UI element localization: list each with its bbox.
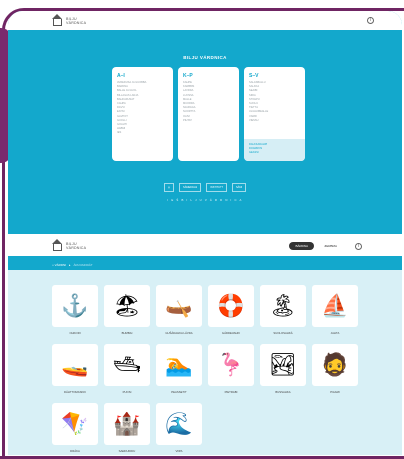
- tile-label: VIIPA: [175, 449, 183, 453]
- site-logo[interactable]: BILJU VÁRDNICA: [52, 13, 87, 26]
- breadcrumb-current: ÁRUVAIDDÁT: [73, 263, 93, 267]
- tile-image-icon: 🛥: [104, 344, 150, 386]
- tile-label: BUMBAI: [121, 331, 133, 335]
- card-list: SÁLAŠBÁLLU SÁLKKÁ SEAIBI SIIDA STOHPU SUOLU TI…: [249, 81, 300, 123]
- tile-image-icon: ⛵: [312, 285, 358, 327]
- card-heading: A–I: [117, 73, 125, 79]
- header-actions: BÁRDNA JIERBMA i: [289, 242, 362, 250]
- category-tile[interactable]: 🌊 VIIPA: [156, 403, 202, 453]
- tile-label: DÁHTTOMASKKI: [63, 390, 87, 394]
- category-tile[interactable]: 🪁 DRÁKA: [52, 403, 98, 453]
- list-item[interactable]: IEŠ: [117, 131, 168, 135]
- tile-image-icon: ⚓: [52, 285, 98, 327]
- tile-label: OHKORI: [69, 331, 81, 335]
- tile-image-icon: 🏖: [104, 285, 150, 327]
- partner-logo: SÁMI: [232, 183, 247, 192]
- mode-toggle[interactable]: JIERBMA: [318, 242, 343, 250]
- list-item[interactable]: PIHTAT: [183, 119, 234, 123]
- category-tile[interactable]: 🏖 BUMBAI: [104, 285, 150, 335]
- tile-image-icon: 🪁: [52, 403, 98, 445]
- tile-label: PUOSI: [122, 390, 132, 394]
- tile-label: JAHTA: [330, 331, 340, 335]
- info-icon[interactable]: i: [355, 242, 362, 250]
- category-tile[interactable]: 🦩 PIETRABI: [208, 344, 254, 394]
- card-heading: K–P: [183, 73, 193, 79]
- category-screen: BILJU VÁRDNICA BÁRDNA JIERBMA i ⌂ VÁRDNI…: [8, 236, 402, 455]
- breadcrumb-home-label: VÁRDNI: [54, 263, 66, 267]
- tile-label: SUOLOSAHKÁ: [273, 331, 293, 335]
- tile-image-icon: 🏰: [104, 403, 150, 445]
- partner-logo: INSTITUTT: [206, 183, 227, 192]
- tile-label: GÁDDEVAHKI: [221, 331, 241, 335]
- tile-label: PIAAMI: [330, 390, 340, 394]
- category-tile[interactable]: 🏊 PEASSETIT: [156, 344, 202, 394]
- list-item[interactable]: VIESSU: [249, 119, 300, 123]
- partner-logo: SÁMEDIGGI: [179, 183, 202, 192]
- mode-toggle-active[interactable]: BÁRDNA: [289, 242, 314, 250]
- category-tile[interactable]: 🏞 BUSSAHKA: [260, 344, 306, 394]
- category-tile[interactable]: 🛥 PUOSI: [104, 344, 150, 394]
- tile-image-icon: 🦩: [208, 344, 254, 386]
- tile-image-icon: 🏊: [156, 344, 202, 386]
- index-card-k-p: K–P KAHPE KÁRBBIS LÁVDDA LUOSSA MÁLLE MUORRA N…: [178, 67, 239, 161]
- tile-image-icon: 🏞: [260, 344, 306, 386]
- card-footer: DÁLKKÁDÁHPI DOARROS GEASSI: [244, 139, 305, 161]
- category-tile[interactable]: 🧔 PIAAMI: [312, 344, 358, 394]
- tile-image-icon: 🏝: [260, 285, 306, 327]
- tile-label: DRÁKA: [70, 449, 80, 453]
- breadcrumb: ⌂ VÁRDNI ▸ ÁRUVAIDDÁT: [8, 260, 402, 270]
- info-icon[interactable]: i: [367, 17, 374, 24]
- category-tile[interactable]: 🏝 SUOLOSAHKÁ: [260, 285, 306, 335]
- category-tile[interactable]: 🏰 SAĐDUIDDU: [104, 403, 150, 453]
- category-tile[interactable]: ⚓ OHKORI: [52, 285, 98, 335]
- page-title: BILJU VÁRDNICA: [183, 55, 227, 60]
- card-list: AVREDUSA JA GUOBBA BÁRDNA BÁLLE JA GUOL BIL…: [117, 81, 168, 136]
- tile-image-icon: 🧔: [312, 344, 358, 386]
- index-card-s-v: S–V SÁLAŠBÁLLU SÁLKKÁ SEAIBI SIIDA STOHPU SUO…: [244, 67, 305, 161]
- tile-image-icon: 🛶: [156, 285, 202, 327]
- partner-logo: ◎: [163, 183, 175, 192]
- partner-logos: ◎ SÁMEDIGGI INSTITUTT SÁMI: [8, 183, 402, 192]
- category-tile[interactable]: 🛶 GUŠÁDAHKA LÁVDA: [156, 285, 202, 335]
- list-item[interactable]: GEASSI: [249, 151, 300, 155]
- card-list: KAHPE KÁRBBIS LÁVDDA LUOSSA MÁLLE MUORRA NJÁRG…: [183, 81, 234, 123]
- index-card-a-i: A–I AVREDUSA JA GUOBBA BÁRDNA BÁLLE JA GUO…: [112, 67, 173, 161]
- category-tile[interactable]: ⛵ JAHTA: [312, 285, 358, 335]
- category-tile[interactable]: 🚤 DÁHTTOMASKKI: [52, 344, 98, 394]
- tile-label: SAĐDUIDDU: [118, 449, 136, 453]
- category-header: BILJU VÁRDNICA BÁRDNA JIERBMA i: [8, 236, 402, 256]
- category-tile[interactable]: 🛟 GÁDDEVAHKI: [208, 285, 254, 335]
- breadcrumb-home[interactable]: ⌂ VÁRDNI: [52, 263, 66, 267]
- house-icon: [52, 13, 62, 26]
- footer-tagline: I E Š B I L J U V Á R D N I C A: [167, 198, 243, 202]
- house-icon: [52, 239, 62, 251]
- tile-label: PIETRABI: [224, 390, 238, 394]
- site-logo[interactable]: BILJU VÁRDNICA: [52, 239, 87, 251]
- logo-text: BILJU VÁRDNICA: [66, 16, 87, 25]
- index-screen: BILJU VÁRDNICA i BILJU VÁRDNICA A–I AVRE…: [8, 11, 402, 234]
- tile-image-icon: 🚤: [52, 344, 98, 386]
- chevron-right-icon: ▸: [69, 263, 71, 267]
- tile-label: BUSSAHKA: [275, 390, 291, 394]
- card-heading: S–V: [249, 73, 259, 79]
- tile-label: PEASSETIT: [171, 390, 187, 394]
- tile-label: GUŠÁDAHKA LÁVDA: [165, 331, 193, 335]
- tile-image-icon: 🛟: [208, 285, 254, 327]
- tile-image-icon: 🌊: [156, 403, 202, 445]
- index-header: BILJU VÁRDNICA i: [8, 11, 402, 30]
- logo-text: BILJU VÁRDNICA: [66, 242, 87, 250]
